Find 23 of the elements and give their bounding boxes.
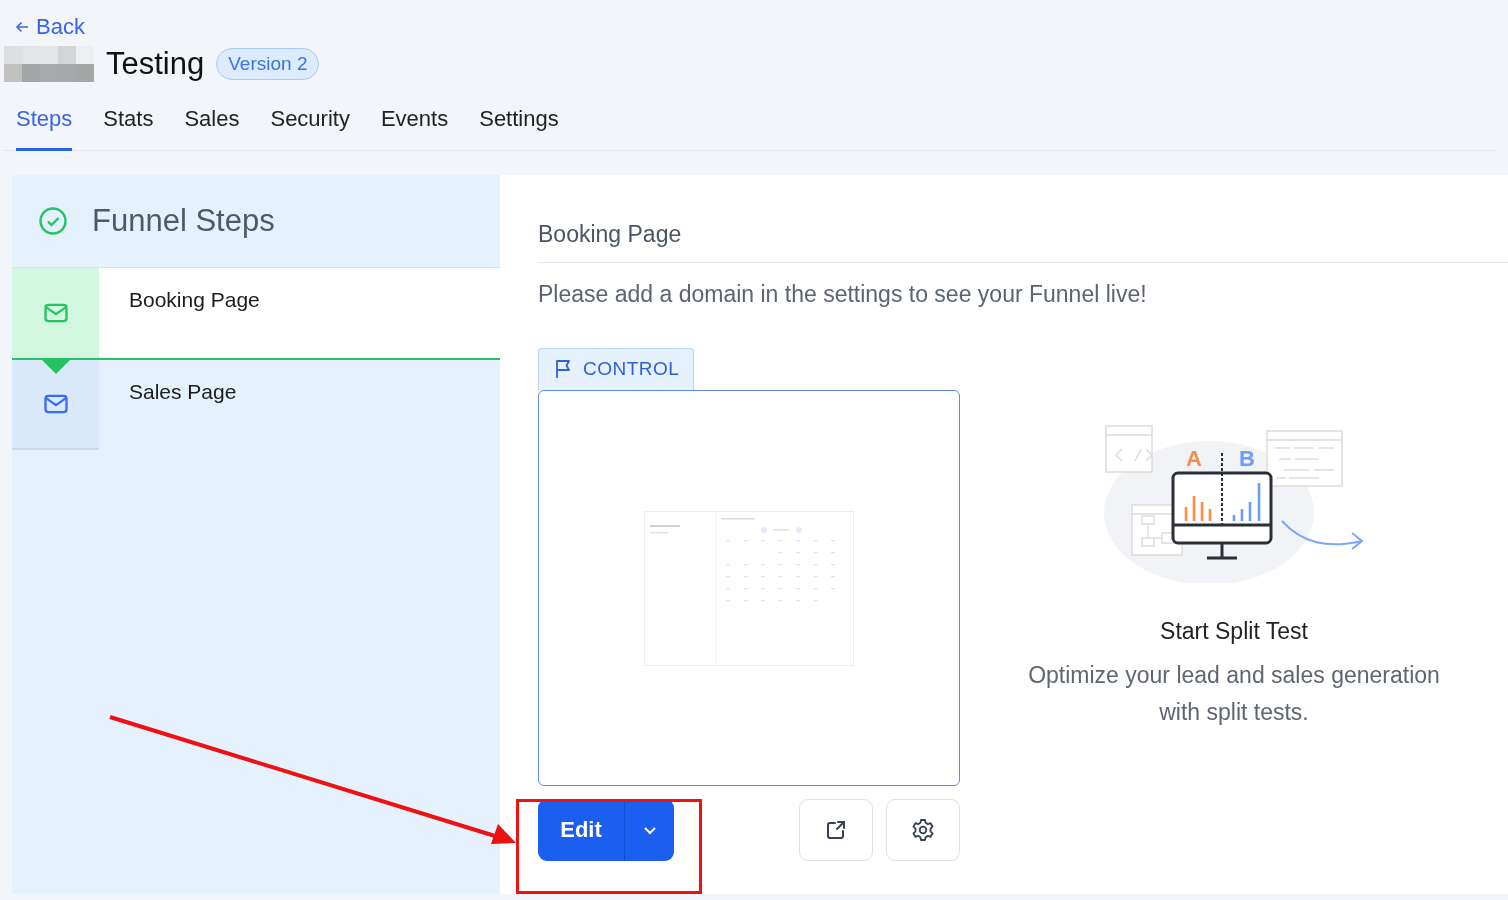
version-badge: Version 2	[216, 48, 320, 80]
control-tag: CONTROL	[538, 348, 695, 390]
funnel-title: Testing	[106, 46, 205, 82]
tab[interactable]: Sales	[184, 102, 240, 151]
tab[interactable]: Steps	[16, 102, 73, 151]
settings-button[interactable]	[886, 799, 960, 861]
panel-title: Funnel Steps	[92, 203, 275, 239]
tab[interactable]: Settings	[479, 102, 559, 151]
arrow-left-icon	[14, 19, 30, 35]
open-external-button[interactable]	[799, 799, 873, 861]
edit-button[interactable]: Edit	[538, 799, 674, 861]
split-test-description: Optimize your lead and sales generation with split tests.	[1027, 661, 1441, 727]
tab[interactable]: Events	[380, 102, 449, 151]
split-test-title: Start Split Test	[1160, 618, 1308, 645]
tab[interactable]: Security	[270, 102, 350, 151]
settings-icon	[910, 817, 936, 843]
funnel-step[interactable]: Booking Page	[12, 268, 500, 360]
check-circle-icon	[38, 206, 68, 236]
step-title: Booking Page	[538, 175, 1508, 263]
pointer-triangle	[42, 360, 70, 374]
domain-notice: Please add a domain in the settings to see your Funnel live!	[538, 281, 1148, 308]
back-link[interactable]: Back	[14, 14, 85, 40]
tab[interactable]: Stats	[103, 102, 154, 151]
